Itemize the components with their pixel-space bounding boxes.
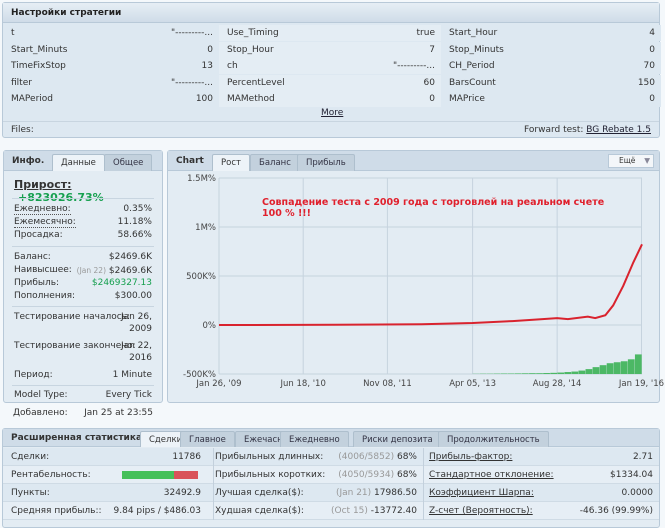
stat-value: 11786 [11, 448, 201, 466]
stat-link[interactable]: Z-счет (Вероятность): [429, 502, 533, 520]
column-divider [423, 466, 424, 484]
profit-bar [564, 372, 571, 374]
profit-bar [550, 373, 557, 374]
stat-value-group: (Jan 21) 17986.50 [215, 484, 417, 502]
stat-value: 9.84 pips / $486.03 [11, 502, 201, 520]
profit-bar [515, 373, 522, 374]
profit-bar [600, 365, 607, 374]
y-tick-label: 500K% [186, 272, 216, 282]
growth-chart: 1.5M%1M%500K%0%-500K%Jan 26, '09Jun 18, … [0, 0, 665, 400]
profit-bar [557, 373, 564, 374]
stats-row: Сделки:11786Прибыльных длинных:(4006/585… [3, 448, 659, 466]
tab-stats-5[interactable]: Продолжительность [438, 431, 549, 447]
stats-row: Рентабельность:Прибыльных коротких:(4050… [3, 466, 659, 484]
profit-bar [522, 373, 529, 374]
chart-annotation: Совпадение теста с 2009 года с торговлей… [262, 197, 604, 208]
stat-label: Рентабельность: [11, 466, 91, 484]
column-divider [213, 448, 214, 466]
profit-bar [621, 361, 628, 374]
column-divider [423, 448, 424, 466]
profit-bar [614, 362, 621, 374]
stat-value: 68% [397, 452, 417, 462]
x-tick-label: Aug 28, '14 [533, 379, 582, 389]
profit-bar [571, 372, 578, 374]
stat-link[interactable]: Коэффициент Шарпа: [429, 484, 534, 502]
tab-stats-1[interactable]: Главное [180, 431, 235, 447]
column-divider [213, 466, 214, 484]
stat-value-group: (4006/5852) 68% [215, 448, 417, 466]
chart-annotation: 100 % !!! [262, 208, 311, 219]
stat-note: (Oct 15) [331, 506, 368, 516]
tab-stats-4[interactable]: Риски депозита [353, 431, 442, 447]
y-tick-label: 1.5M% [187, 174, 216, 184]
column-divider [423, 502, 424, 520]
profit-bar [543, 373, 550, 374]
stat-link[interactable]: Прибыль-фактор: [429, 448, 512, 466]
stats-row: Пункты:32492.9Лучшая сделка($):(Jan 21) … [3, 484, 659, 502]
stat-value: 32492.9 [11, 484, 201, 502]
stat-value-group: (Oct 15) -13772.40 [215, 502, 417, 520]
column-divider [213, 484, 214, 502]
profit-bar [607, 363, 614, 374]
profit-bar [586, 369, 593, 374]
added-value: Jan 25 at 23:55 [84, 407, 153, 420]
stat-value: $1334.04 [610, 466, 653, 484]
profit-bar [628, 359, 635, 374]
stats-title: Расширенная статистика [11, 433, 142, 443]
column-divider [423, 484, 424, 502]
x-tick-label: Jan 19, '16 [618, 379, 664, 389]
column-divider [213, 502, 214, 520]
x-tick-label: Apr 05, '13 [449, 379, 496, 389]
stat-value: 68% [397, 470, 417, 480]
stat-note: (4050/5934) [338, 470, 394, 480]
stat-value: -46.36 (99.99%) [580, 502, 653, 520]
stat-note: (Jan 21) [336, 488, 371, 498]
profit-bar [529, 373, 536, 374]
stat-value: -13772.40 [371, 506, 417, 516]
stats-row: Средняя прибыль::9.84 pips / $486.03Худш… [3, 502, 659, 520]
stat-value: 2.71 [633, 448, 653, 466]
x-tick-label: Nov 08, '11 [363, 379, 412, 389]
profitability-win-fill [122, 471, 174, 479]
profit-bar [593, 367, 600, 374]
stat-link[interactable]: Стандартное отклонение: [429, 466, 554, 484]
profit-bar [578, 371, 585, 374]
tab-stats-3[interactable]: Ежедневно [280, 431, 349, 447]
y-tick-label: 1M% [195, 223, 216, 233]
profit-bar [536, 373, 543, 374]
extended-stats-panel: Расширенная статистика СделкиГлавноеЕжеч… [2, 428, 660, 528]
stat-value-group: (4050/5934) 68% [215, 466, 417, 484]
profit-bar [635, 354, 642, 374]
x-tick-label: Jun 18, '10 [280, 379, 326, 389]
added-label: Добавлено: [13, 408, 68, 418]
profitability-bar [122, 471, 198, 479]
x-tick-label: Jan 26, '09 [195, 379, 241, 389]
stat-value: 17986.50 [374, 488, 417, 498]
y-tick-label: 0% [203, 321, 217, 331]
stat-note: (4006/5852) [338, 452, 394, 462]
stat-value: 0.0000 [622, 484, 654, 502]
